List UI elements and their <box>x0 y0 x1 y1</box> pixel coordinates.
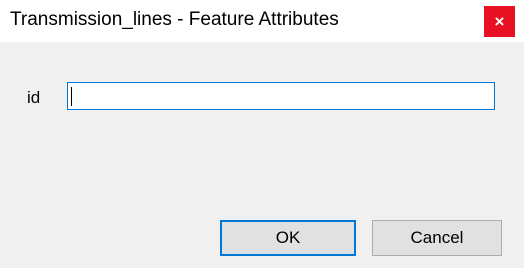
ok-button[interactable]: OK <box>220 220 356 256</box>
cancel-button[interactable]: Cancel <box>372 220 502 256</box>
close-icon: × <box>494 11 505 31</box>
id-field-label: id <box>27 88 41 107</box>
text-caret <box>71 87 72 106</box>
close-button[interactable]: × <box>484 6 515 37</box>
id-field[interactable] <box>67 82 495 110</box>
window-title: Transmission_lines - Feature Attributes <box>10 9 339 30</box>
dialog-body: id OK Cancel <box>0 42 524 268</box>
title-bar: Transmission_lines - Feature Attributes … <box>0 0 524 42</box>
